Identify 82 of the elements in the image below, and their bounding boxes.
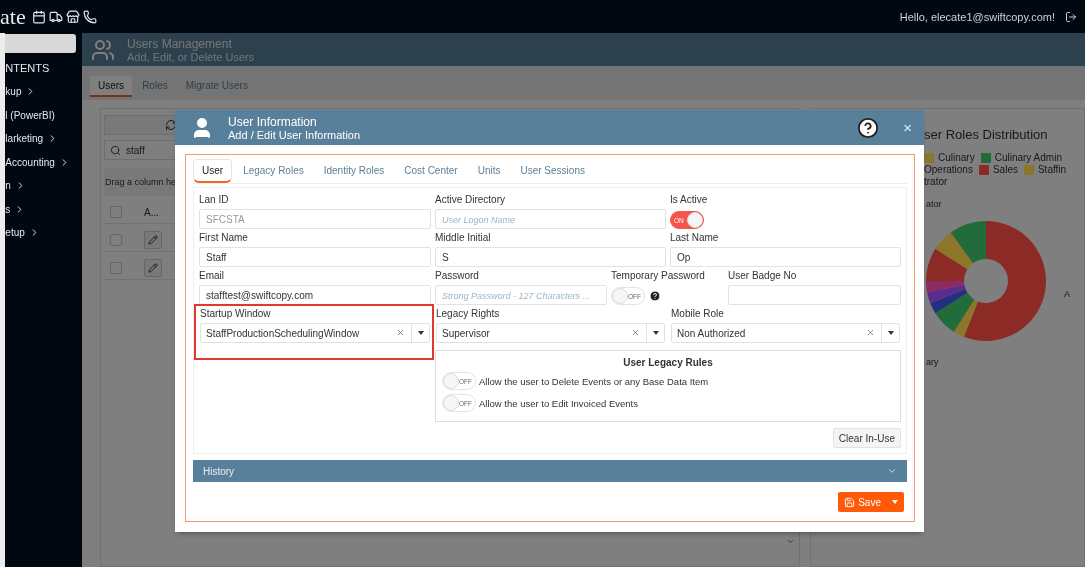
text-field[interactable]: S bbox=[435, 247, 666, 267]
legend-label: trator bbox=[924, 176, 948, 187]
field-label: Legacy Rights bbox=[436, 308, 501, 321]
sidebar-item[interactable]: etup bbox=[5, 221, 82, 245]
logo[interactable]: ate bbox=[0, 3, 26, 30]
edit-button[interactable] bbox=[144, 231, 162, 249]
field-label: Temporary Password bbox=[611, 270, 706, 283]
calendar-icon[interactable] bbox=[31, 9, 46, 24]
text-field[interactable]: Strong Password - 127 Characters ... bbox=[435, 285, 607, 305]
caret-icon bbox=[887, 331, 894, 335]
checkbox[interactable] bbox=[110, 206, 122, 218]
text-field[interactable]: stafftest@swiftcopy.com bbox=[199, 285, 431, 305]
field-label: Password bbox=[435, 270, 480, 283]
caret-icon bbox=[652, 331, 659, 335]
section-title: History bbox=[203, 465, 235, 477]
select-field[interactable]: StaffProductionSchedulingWindow bbox=[200, 323, 430, 343]
sidebar-section-title: NTENTS bbox=[5, 61, 51, 76]
page-tab[interactable]: Users bbox=[90, 76, 133, 97]
field-label: Last Name bbox=[670, 232, 720, 245]
field-label: Is Active bbox=[670, 194, 709, 207]
clear-icon[interactable] bbox=[866, 328, 875, 337]
text-field[interactable]: Op bbox=[670, 247, 901, 267]
sidebar-item[interactable]: n bbox=[5, 174, 82, 198]
greeting-text: Hello, elecate1@swiftcopy.com! bbox=[899, 10, 1055, 23]
search-icon bbox=[110, 144, 121, 156]
field-label: Middle Initial bbox=[435, 232, 492, 245]
panel-title: User Legacy Rules bbox=[622, 357, 714, 368]
sidebar-item[interactable]: s bbox=[5, 197, 82, 221]
dialog-subtitle: Add / Edit User Information bbox=[228, 128, 362, 141]
sidebar-search-field[interactable] bbox=[5, 34, 76, 53]
edit-button[interactable] bbox=[144, 259, 162, 277]
sidebar-item[interactable]: Accounting bbox=[5, 150, 82, 174]
clear-icon[interactable] bbox=[631, 328, 640, 337]
sidebar-item[interactable]: kup bbox=[5, 80, 82, 104]
clear-in-use-button[interactable]: Clear In-Use bbox=[832, 428, 901, 448]
logout-icon[interactable] bbox=[1065, 10, 1077, 23]
text-field[interactable] bbox=[728, 285, 901, 305]
checkbox[interactable] bbox=[110, 234, 122, 246]
store-icon[interactable] bbox=[65, 9, 80, 24]
rule-label: Allow the user to Delete Events or any Base Data Item bbox=[479, 375, 709, 387]
slice-label: ator bbox=[926, 199, 942, 209]
text-field[interactable]: Staff bbox=[199, 247, 431, 267]
legend-label: Staffin bbox=[1037, 164, 1067, 175]
help-icon[interactable] bbox=[857, 116, 880, 139]
refresh-icon[interactable] bbox=[165, 119, 177, 131]
pencil-icon bbox=[148, 235, 158, 245]
dialog-tab[interactable]: User bbox=[193, 159, 233, 183]
select-field[interactable]: Supervisor bbox=[436, 323, 665, 343]
legend-label: Culinary bbox=[938, 152, 975, 163]
rule-label: Allow the user to Edit Invoiced Events bbox=[479, 397, 638, 409]
clear-icon[interactable] bbox=[396, 328, 405, 337]
scroll-down-icon[interactable] bbox=[786, 537, 795, 546]
field-label: Email bbox=[199, 270, 225, 283]
history-section-bar[interactable]: History bbox=[193, 460, 907, 482]
legend-label: Sales bbox=[992, 164, 1018, 175]
select-field[interactable]: Non Authorized bbox=[671, 323, 900, 343]
close-button[interactable]: × bbox=[903, 119, 912, 136]
pencil-icon bbox=[148, 263, 158, 273]
truck-icon[interactable] bbox=[48, 9, 63, 24]
caret-icon bbox=[417, 331, 424, 335]
slice-label: A bbox=[1064, 289, 1070, 299]
users-icon bbox=[91, 37, 115, 62]
text-field[interactable]: User Logon Name bbox=[435, 209, 666, 229]
field-label: Active Directory bbox=[435, 194, 506, 207]
page-title: Users Management bbox=[127, 36, 233, 51]
chart-title: ser Roles Distribution bbox=[924, 127, 1049, 142]
field-label: Mobile Role bbox=[671, 308, 725, 321]
field-label: Lan ID bbox=[199, 194, 230, 207]
legend-label: Operations bbox=[924, 164, 973, 175]
slice-label: ary bbox=[926, 357, 939, 367]
dialog-title: User Information bbox=[228, 114, 318, 129]
phone-icon[interactable] bbox=[82, 9, 97, 24]
checkbox[interactable] bbox=[110, 262, 122, 274]
caret-icon bbox=[892, 500, 898, 504]
chevron-down-icon bbox=[887, 466, 897, 476]
save-icon bbox=[844, 496, 856, 508]
field-label: Startup Window bbox=[200, 308, 272, 321]
legend-label: Culinary Admin bbox=[994, 152, 1062, 163]
field-label: First Name bbox=[199, 232, 249, 245]
sidebar-item[interactable]: larketing bbox=[5, 127, 82, 151]
sidebar-item[interactable]: l (PowerBI) bbox=[5, 103, 82, 127]
field-label: User Badge No bbox=[728, 270, 798, 283]
